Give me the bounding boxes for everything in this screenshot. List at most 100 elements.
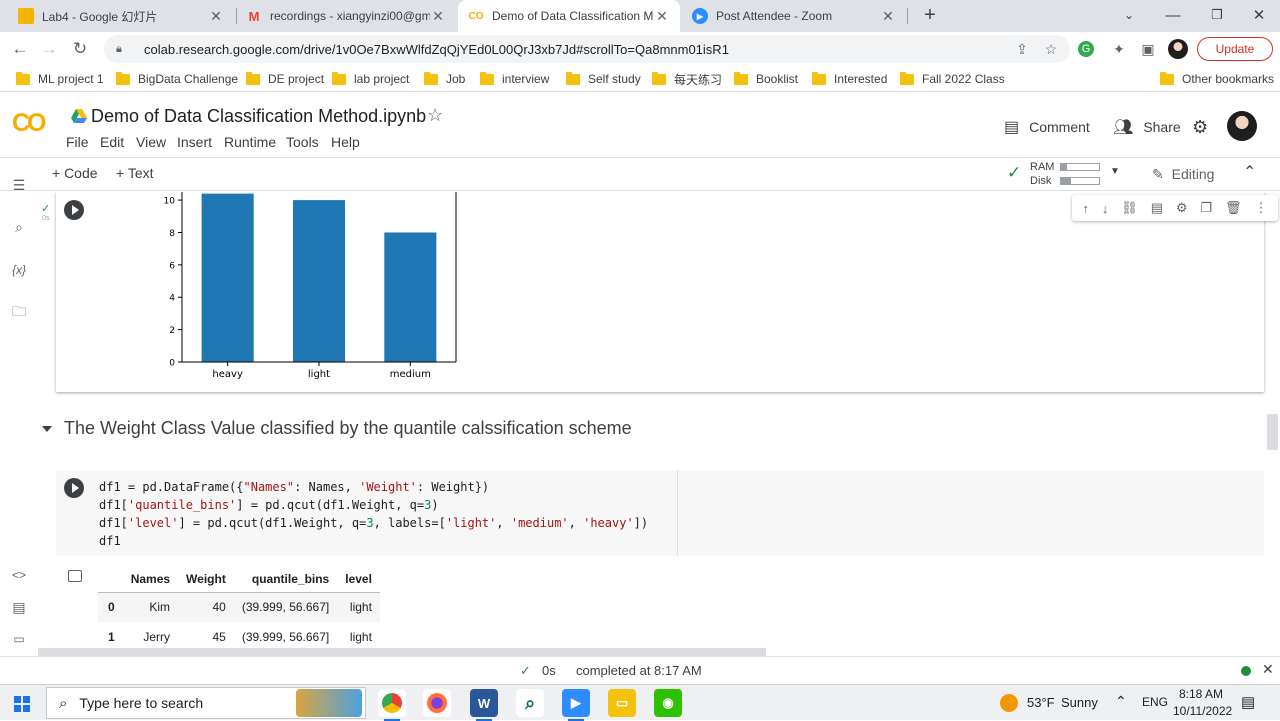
collapse-caret-icon[interactable] — [42, 425, 52, 432]
minimize-button[interactable]: — — [1150, 0, 1196, 30]
code-line[interactable]: df1 = pd.DataFrame({"Names": Names, 'Wei… — [99, 478, 648, 496]
restore-button[interactable]: ❐ — [1194, 0, 1240, 30]
chrome-app-icon[interactable] — [378, 689, 406, 721]
bookmark-folder[interactable]: lab project — [332, 70, 409, 88]
close-icon[interactable]: ✕ — [880, 8, 896, 25]
menu-edit[interactable]: Edit — [100, 134, 124, 150]
back-arrow-icon[interactable]: ← — [7, 36, 33, 62]
profile-avatar[interactable] — [1168, 39, 1188, 59]
files-folder-icon[interactable]: 🗀︎ — [8, 302, 30, 324]
bookmark-folder[interactable]: BigData Challenge — [116, 70, 238, 88]
bookmark-folder[interactable]: ML project 1 — [16, 70, 104, 88]
notebook-title[interactable]: Demo of Data Classification Method.ipynb — [91, 106, 426, 127]
tab-lab4-slides[interactable]: Lab4 - Google 幻灯片 ✕ — [8, 0, 234, 32]
account-avatar[interactable] — [1227, 111, 1257, 141]
code-line[interactable]: df1['quantile_bins'] = pd.qcut(df1.Weigh… — [99, 496, 648, 514]
code-editor[interactable]: df1 = pd.DataFrame({"Names": Names, 'Wei… — [99, 478, 648, 550]
add-text-button[interactable]: + Text — [116, 165, 154, 181]
resource-labels[interactable]: RAM Disk — [1030, 160, 1054, 188]
tab-search-button[interactable]: ⌄ — [1106, 0, 1152, 30]
search-highlight-icon[interactable] — [296, 689, 362, 717]
move-down-icon[interactable]: ↓ — [1102, 201, 1109, 216]
clock-time[interactable]: 8:18 AM — [1179, 687, 1223, 701]
editing-mode-button[interactable]: ✎ Editing — [1152, 166, 1214, 183]
reload-icon[interactable]: ↻ — [67, 36, 93, 62]
weather-desc[interactable]: Sunny — [1061, 695, 1098, 710]
file-explorer-icon[interactable]: ▭ — [608, 689, 636, 717]
terminal-icon[interactable]: ▭ — [8, 628, 30, 650]
tab-zoom-post-attendee[interactable]: ▶ Post Attendee - Zoom ✕ — [682, 0, 906, 32]
bookmark-folder[interactable]: Job — [424, 70, 465, 88]
code-snippets-icon[interactable]: <> — [8, 564, 30, 586]
bookmark-folder[interactable]: Interested — [812, 70, 887, 88]
new-tab-button[interactable]: + — [907, 0, 953, 30]
other-bookmarks-folder[interactable]: Other bookmarks — [1160, 70, 1274, 88]
bookmark-folder[interactable]: Booklist — [734, 70, 798, 88]
tray-chevron-icon[interactable]: ⌃ — [1115, 693, 1127, 710]
bookmark-folder[interactable]: Self study — [566, 70, 641, 88]
bookmark-folder[interactable]: 每天练习 — [652, 70, 722, 88]
grammarly-extension-icon[interactable]: G — [1078, 41, 1094, 57]
menu-insert[interactable]: Insert — [177, 134, 212, 150]
vertical-scrollbar[interactable] — [1267, 414, 1278, 450]
colab-logo[interactable]: CO — [12, 109, 46, 138]
update-button[interactable]: Update — [1197, 37, 1273, 61]
clock-date[interactable]: 10/11/2022 — [1173, 704, 1232, 718]
collapse-header-icon[interactable]: ⌃ — [1243, 162, 1256, 182]
command-palette-icon[interactable]: ▤ — [8, 596, 30, 618]
table-of-contents-icon[interactable]: ☰ — [8, 174, 30, 196]
resources-dropdown-icon[interactable]: ▼ — [1110, 166, 1120, 177]
notification-icon[interactable]: ▤ — [1241, 693, 1255, 711]
mirror-cell-icon[interactable]: ❐ — [1200, 200, 1212, 216]
variables-icon[interactable]: {x} — [8, 259, 30, 281]
comment-icon[interactable]: ▤ — [1151, 200, 1163, 216]
windows-start-icon[interactable] — [14, 696, 30, 712]
output-icon[interactable] — [68, 570, 82, 582]
tab-colab-demo[interactable]: CO Demo of Data Classification Met ✕ — [458, 0, 680, 32]
run-cell-button[interactable] — [64, 200, 84, 220]
language-indicator[interactable]: ENG — [1142, 695, 1168, 709]
move-up-icon[interactable]: ↑ — [1082, 201, 1089, 216]
firefox-app-icon[interactable] — [423, 689, 451, 717]
extensions-puzzle-icon[interactable]: ✦ — [1109, 39, 1129, 59]
close-window-button[interactable]: ✕ — [1236, 0, 1280, 30]
code-line[interactable]: df1 — [99, 532, 648, 550]
search-icon[interactable]: ⌕ — [8, 216, 30, 238]
wechat-app-icon[interactable]: ◉ — [654, 689, 682, 717]
run-cell-button[interactable] — [64, 478, 84, 498]
output-cell-bar-chart[interactable]: ✓ 0s heavy light medium 0 2 4 6 8 10 ↑ ↓ ⛓︎ ▤ ⚙ … — [41, 192, 1278, 392]
menu-file[interactable]: File — [66, 134, 89, 150]
weather-temp[interactable]: 53°F — [1027, 695, 1055, 710]
menu-view[interactable]: View — [136, 134, 166, 150]
close-icon[interactable]: ✕ — [430, 8, 446, 25]
share-page-icon[interactable]: ⇪ — [1012, 39, 1032, 59]
section-heading[interactable]: The Weight Class Value classified by the… — [42, 418, 632, 439]
add-code-button[interactable]: + Code — [52, 165, 98, 181]
settings-gear-icon[interactable]: ⚙ — [1192, 117, 1208, 138]
bookmark-folder[interactable]: DE project — [246, 70, 324, 88]
cell-settings-gear-icon[interactable]: ⚙ — [1176, 200, 1188, 216]
code-line[interactable]: df1['level'] = pd.qcut(df1.Weight, q=3, … — [99, 514, 648, 532]
address-bar[interactable]: 🔒︎ colab.research.google.com/drive/1v0Oe… — [104, 35, 1070, 63]
comment-button[interactable]: ▤ Comment — [1004, 117, 1090, 137]
more-options-icon[interactable]: ⋮ — [1254, 200, 1267, 216]
side-panel-icon[interactable]: ▣ — [1138, 39, 1158, 59]
close-icon[interactable]: ✕ — [654, 8, 670, 25]
link-icon[interactable]: ⛓︎ — [1121, 200, 1138, 216]
bookmark-star-icon[interactable]: ☆ — [1041, 39, 1061, 59]
tab-gmail-recordings[interactable]: M recordings - xiangyinzi00@gmail ✕ — [236, 0, 456, 32]
code-cell[interactable]: df1 = pd.DataFrame({"Names": Names, 'Wei… — [56, 470, 1264, 556]
horizontal-scrollbar[interactable] — [38, 648, 766, 656]
delete-trash-icon[interactable]: 🗑︎ — [1225, 200, 1242, 216]
forward-arrow-icon[interactable]: → — [36, 36, 62, 62]
zoom-app-icon[interactable]: ▶ — [562, 689, 590, 721]
close-status-icon[interactable]: ✕ — [1262, 661, 1274, 678]
menu-runtime[interactable]: Runtime — [224, 134, 276, 150]
search-app-icon[interactable]: ⌕ — [516, 689, 544, 717]
share-button[interactable]: 👥︎ Share — [1113, 117, 1181, 137]
menu-help[interactable]: Help — [331, 134, 360, 150]
star-icon[interactable]: ☆ — [427, 105, 443, 126]
bookmark-folder[interactable]: interview — [480, 70, 549, 88]
word-app-icon[interactable]: W — [470, 689, 498, 721]
bookmark-folder[interactable]: Fall 2022 Class — [900, 70, 1005, 88]
